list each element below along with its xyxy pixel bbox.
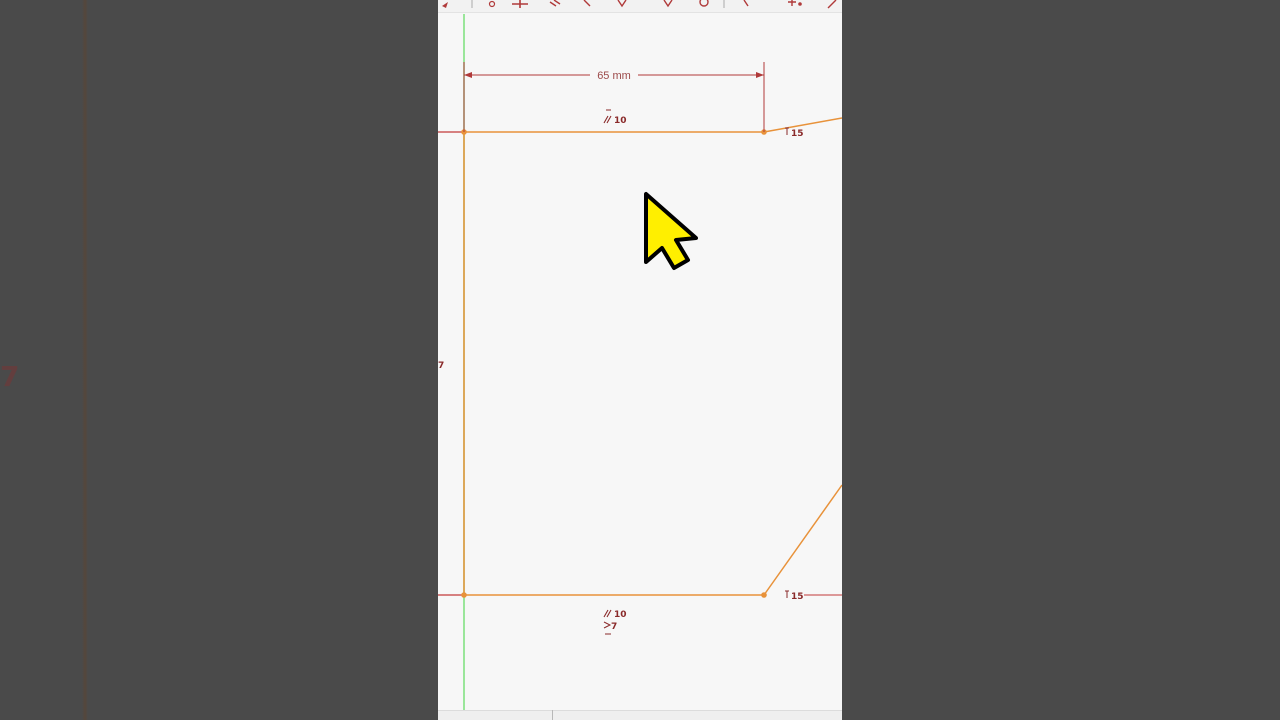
backdrop-edge-line [82,0,88,720]
dimension-arrow-right [756,72,764,78]
bottom-right-constraint[interactable]: 15 [785,590,804,602]
status-bar [438,710,842,720]
arrow-pointer-icon [644,192,698,270]
backdrop-side-label: 7 [0,360,20,393]
left-edge-constraint-number: 7 [438,361,444,371]
top-right-constraint-number: 15 [791,129,804,139]
sketch-bottom-right-edge[interactable] [763,484,842,596]
dimension-label[interactable]: 65 mm [597,70,631,82]
top-edge-constraint-number: 10 [614,116,627,126]
top-edge-constraint[interactable]: 10 [603,109,627,126]
dimension-arrow-left [464,72,472,78]
angle-constraint-icon [603,621,612,629]
vertex-bottom-right[interactable] [761,592,767,598]
vertex-bottom-left[interactable] [461,592,467,598]
perpendicular-constraint-icon [785,127,789,135]
top-right-constraint[interactable]: 15 [785,127,804,139]
parallel-constraint-icon [603,115,612,124]
bottom-edge-constraint-number: 10 [614,610,627,620]
bottom-right-constraint-number: 15 [791,592,804,602]
perpendicular-constraint-icon-bottom [785,590,789,598]
left-edge-constraint[interactable]: 7 [438,361,444,371]
parallel-constraint-icon-bottom [603,609,612,618]
sketch-viewport[interactable]: 65 mm 10 15 7 10 7 15 [438,0,842,720]
status-bar-divider [552,710,553,720]
sketch-canvas: 65 mm 10 15 7 10 7 15 [438,14,842,710]
bottom-edge-constraint[interactable]: 10 7 [603,609,627,635]
bottom-edge-angle-number: 7 [611,622,617,632]
